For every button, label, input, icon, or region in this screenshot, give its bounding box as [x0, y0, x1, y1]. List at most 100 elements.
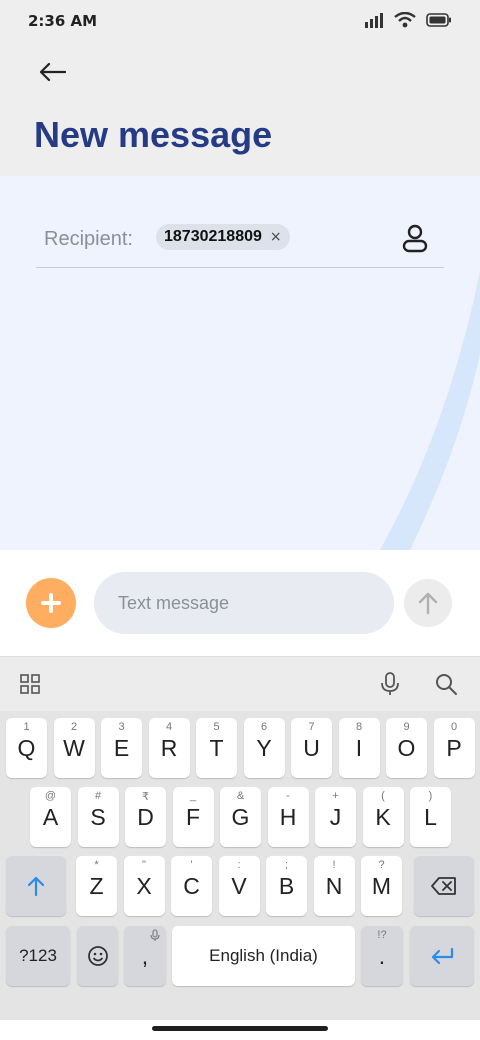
key-g[interactable]: & G — [220, 787, 261, 847]
keyboard-search-button[interactable] — [433, 671, 459, 697]
key-q[interactable]: 1Q — [6, 718, 47, 778]
comma-key[interactable]: , — [124, 926, 166, 986]
key-label: D — [137, 803, 154, 830]
key-label: T — [209, 734, 224, 761]
enter-icon — [431, 947, 454, 965]
backspace-key[interactable] — [414, 856, 474, 916]
key-hint: ; — [284, 859, 289, 871]
key-hint: 7 — [308, 721, 315, 733]
recipient-chip[interactable]: 18730218809 × — [156, 224, 290, 250]
key-hint: 0 — [450, 721, 458, 733]
key-label: Q — [17, 734, 36, 761]
keyboard-menu-button[interactable] — [17, 671, 43, 697]
header: New message — [0, 44, 480, 176]
key-label: U — [303, 734, 320, 761]
key-label: W — [63, 734, 85, 761]
shift-key[interactable] — [6, 856, 66, 916]
key-w[interactable]: 2W — [53, 718, 95, 778]
key-o[interactable]: 9O — [386, 718, 427, 778]
key-x[interactable]: " X — [123, 856, 165, 916]
enter-key[interactable] — [410, 926, 474, 986]
key-label: I — [355, 734, 363, 761]
key-label: K — [375, 803, 391, 830]
key-label: R — [160, 734, 178, 761]
remove-recipient-button[interactable]: × — [270, 229, 282, 245]
key-c[interactable]: ' C — [171, 856, 212, 916]
key-hint: - — [286, 790, 290, 802]
key-hint: + — [332, 790, 339, 802]
key-label: O — [397, 734, 416, 761]
key-hint: 2 — [70, 721, 78, 733]
key-s[interactable]: # S — [77, 787, 119, 847]
key-hint: _ — [189, 790, 197, 802]
voice-input-button[interactable] — [377, 671, 403, 697]
battery-icon — [426, 13, 451, 27]
wifi-icon — [394, 12, 416, 28]
key-hint: # — [94, 790, 102, 802]
key-h[interactable]: -H — [267, 787, 309, 847]
send-button[interactable] — [404, 579, 452, 627]
key-hint: ! — [332, 859, 336, 871]
key-n[interactable]: ! N — [313, 856, 355, 916]
contacts-button[interactable] — [400, 222, 430, 254]
plus-icon — [41, 593, 61, 613]
key-label: B — [278, 872, 295, 899]
key-hint: ) — [428, 790, 433, 802]
key-hint: " — [142, 859, 146, 871]
mic-icon — [381, 672, 399, 695]
key-b[interactable]: ; B — [266, 856, 307, 916]
space-key-label: English (India) — [209, 946, 318, 965]
key-label: N — [325, 872, 343, 899]
key-label: E — [113, 734, 130, 761]
key-hint: ( — [381, 790, 385, 802]
key-l[interactable]: ) L — [410, 787, 451, 847]
signal-icon — [365, 13, 383, 28]
key-label: G — [231, 803, 250, 830]
key-r[interactable]: 4R — [148, 718, 190, 778]
home-indicator[interactable] — [152, 1026, 328, 1031]
key-i[interactable]: 8I — [338, 718, 380, 778]
period-key[interactable]: !? . — [361, 926, 403, 986]
add-attachment-button[interactable] — [26, 578, 76, 628]
key-p[interactable]: 0P — [433, 718, 475, 778]
key-label: M — [371, 872, 392, 899]
key-v[interactable]: :V — [218, 856, 260, 916]
key-z[interactable]: * Z — [76, 856, 117, 916]
key-e[interactable]: 3E — [101, 718, 142, 778]
key-label: X — [136, 872, 152, 899]
key-u[interactable]: 7U — [291, 718, 332, 778]
period-key-label: . — [378, 942, 386, 969]
recipient-row[interactable]: Recipient: 18730218809 × — [36, 214, 444, 268]
key-j[interactable]: + J — [315, 787, 356, 847]
key-k[interactable]: (K — [362, 787, 404, 847]
input-bar — [0, 550, 480, 656]
period-key-hint: !? — [377, 929, 387, 941]
key-hint: ₹ — [142, 791, 149, 803]
person-icon — [402, 224, 428, 253]
key-label: S — [90, 803, 106, 830]
key-label: J — [329, 803, 342, 830]
key-a[interactable]: @ A — [30, 787, 71, 847]
back-button[interactable] — [32, 54, 72, 90]
symbols-key[interactable]: ?123 — [6, 926, 70, 986]
key-y[interactable]: 6Y — [243, 718, 285, 778]
key-label: H — [279, 803, 297, 830]
text-message-input[interactable] — [94, 572, 394, 634]
keyboard-toolbar — [0, 657, 480, 711]
key-hint: & — [236, 790, 245, 802]
key-hint: 8 — [355, 721, 363, 733]
recipient-chip-number: 18730218809 — [164, 228, 262, 245]
grid-icon — [20, 674, 40, 694]
key-label: P — [446, 734, 462, 761]
key-d[interactable]: ₹ D — [125, 787, 166, 847]
emoji-key[interactable] — [77, 926, 118, 986]
comma-key-label: , — [141, 942, 149, 969]
space-key[interactable]: English (India) — [172, 926, 355, 986]
key-m[interactable]: ? M — [361, 856, 402, 916]
compose-area: Recipient: 18730218809 × — [0, 176, 480, 550]
key-hint: ? — [378, 859, 385, 871]
key-t[interactable]: 5T — [196, 718, 237, 778]
key-f[interactable]: _ F — [172, 787, 214, 847]
key-hint: 1 — [23, 721, 30, 733]
key-hint: * — [94, 859, 99, 871]
